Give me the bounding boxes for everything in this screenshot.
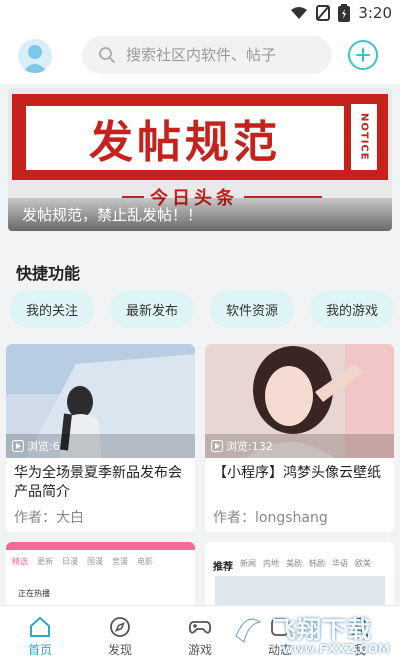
home-icon	[30, 617, 50, 637]
view-count-text: 浏览:6	[27, 440, 60, 453]
post-card-partial[interactable]: 精选 更新 日漫 国漫 竞漫 电影 正在热播	[6, 542, 195, 612]
watermark-text: 飞翔下载	[272, 616, 372, 644]
post-card[interactable]: 浏览:6 华为全场景夏季新品发布会产品简介 作者：大白	[6, 344, 195, 532]
post-title: 华为全场景夏季新品发布会产品简介	[14, 465, 182, 500]
search-input[interactable]	[126, 46, 316, 64]
mini-tab: 电影	[137, 557, 153, 566]
post-author: 作者：longshang	[213, 510, 328, 526]
banner-carousel[interactable]: 发帖规范 NOTICE 今日头条 发帖规范，禁止乱发帖！！	[8, 88, 392, 231]
mini-tab: 韩剧	[309, 559, 325, 568]
mini-tab: 推荐	[213, 562, 233, 573]
gamepad-icon	[188, 621, 212, 634]
tab-home[interactable]: 首页	[0, 606, 80, 667]
mini-tab: 更新	[37, 557, 53, 566]
mini-tab: 欧美	[355, 559, 371, 568]
chip-my-follows[interactable]: 我的关注	[10, 290, 94, 328]
section-title: 快捷功能	[16, 264, 81, 283]
mini-tab: 华语	[332, 559, 348, 568]
chip-my-games[interactable]: 我的游戏	[310, 290, 394, 328]
search-icon	[99, 47, 115, 63]
watermark-logo-icon	[224, 611, 268, 655]
banner-notice: NOTICE	[358, 113, 370, 161]
no-sim-icon	[316, 5, 331, 21]
banner-red-panel: 发帖规范 NOTICE	[12, 94, 388, 180]
view-count: 浏览:6	[12, 438, 60, 454]
user-avatar-icon	[22, 45, 48, 73]
mini-tab: 内地	[263, 559, 279, 568]
banner-caption: 发帖规范，禁止乱发帖！！	[22, 206, 203, 224]
quick-chip-row: 我的关注 最新发布 软件资源 我的游戏	[10, 290, 394, 328]
search-bar[interactable]	[82, 36, 332, 74]
view-count-text: 浏览:132	[226, 440, 273, 453]
status-bar: 3:20	[0, 0, 400, 28]
mini-tab: 精选	[12, 557, 28, 566]
mini-tab: 国漫	[87, 557, 103, 566]
quick-functions-section: 快捷功能 我的关注 最新发布 软件资源 我的游戏	[0, 246, 400, 336]
watermark: 飞翔下载 www.FXXZ.COM	[222, 604, 392, 662]
banner-notice-box: NOTICE	[351, 104, 377, 170]
mini-tab-row: 精选 更新 日漫 国漫 竞漫 电影	[12, 556, 153, 567]
banner-title: 发帖规范	[89, 117, 281, 168]
post-title: 【小程序】鸿梦头像云壁纸	[213, 465, 381, 481]
tab-label: 游戏	[187, 643, 212, 657]
chip-latest[interactable]: 最新发布	[110, 290, 194, 328]
mini-tab: 美剧	[286, 559, 302, 568]
wifi-icon	[291, 7, 308, 19]
add-button[interactable]	[348, 40, 378, 70]
mini-top-strip	[6, 542, 195, 550]
plus-icon	[356, 48, 370, 62]
mini-hot-label: 正在热播	[18, 589, 50, 598]
mini-tab-row: 推荐 新闻 内地 美剧 韩剧 华语 欧美	[213, 558, 371, 573]
play-icon	[211, 440, 223, 452]
mini-tab: 新闻	[240, 559, 256, 568]
tab-label: 发现	[107, 643, 132, 657]
post-card-partial[interactable]: 推荐 新闻 内地 美剧 韩剧 华语 欧美	[205, 542, 394, 612]
post-author: 作者：大白	[14, 510, 84, 526]
compass-icon	[110, 617, 130, 637]
mini-tab: 竞漫	[112, 557, 128, 566]
status-icons: 3:20	[290, 4, 392, 22]
post-card[interactable]: 浏览:132 【小程序】鸿梦头像云壁纸 作者：longshang	[205, 344, 394, 532]
chip-software[interactable]: 软件资源	[210, 290, 294, 328]
play-icon	[12, 440, 24, 452]
top-header	[0, 28, 400, 84]
clock: 3:20	[358, 4, 392, 22]
watermark-url: www.FXXZ.COM	[282, 642, 390, 656]
avatar[interactable]	[18, 39, 52, 73]
view-count: 浏览:132	[211, 438, 273, 454]
battery-icon	[338, 4, 351, 22]
mini-tab: 日漫	[62, 557, 78, 566]
tab-label: 首页	[27, 643, 52, 657]
banner-title-box: 发帖规范	[26, 106, 344, 170]
tab-discover[interactable]: 发现	[80, 606, 160, 667]
